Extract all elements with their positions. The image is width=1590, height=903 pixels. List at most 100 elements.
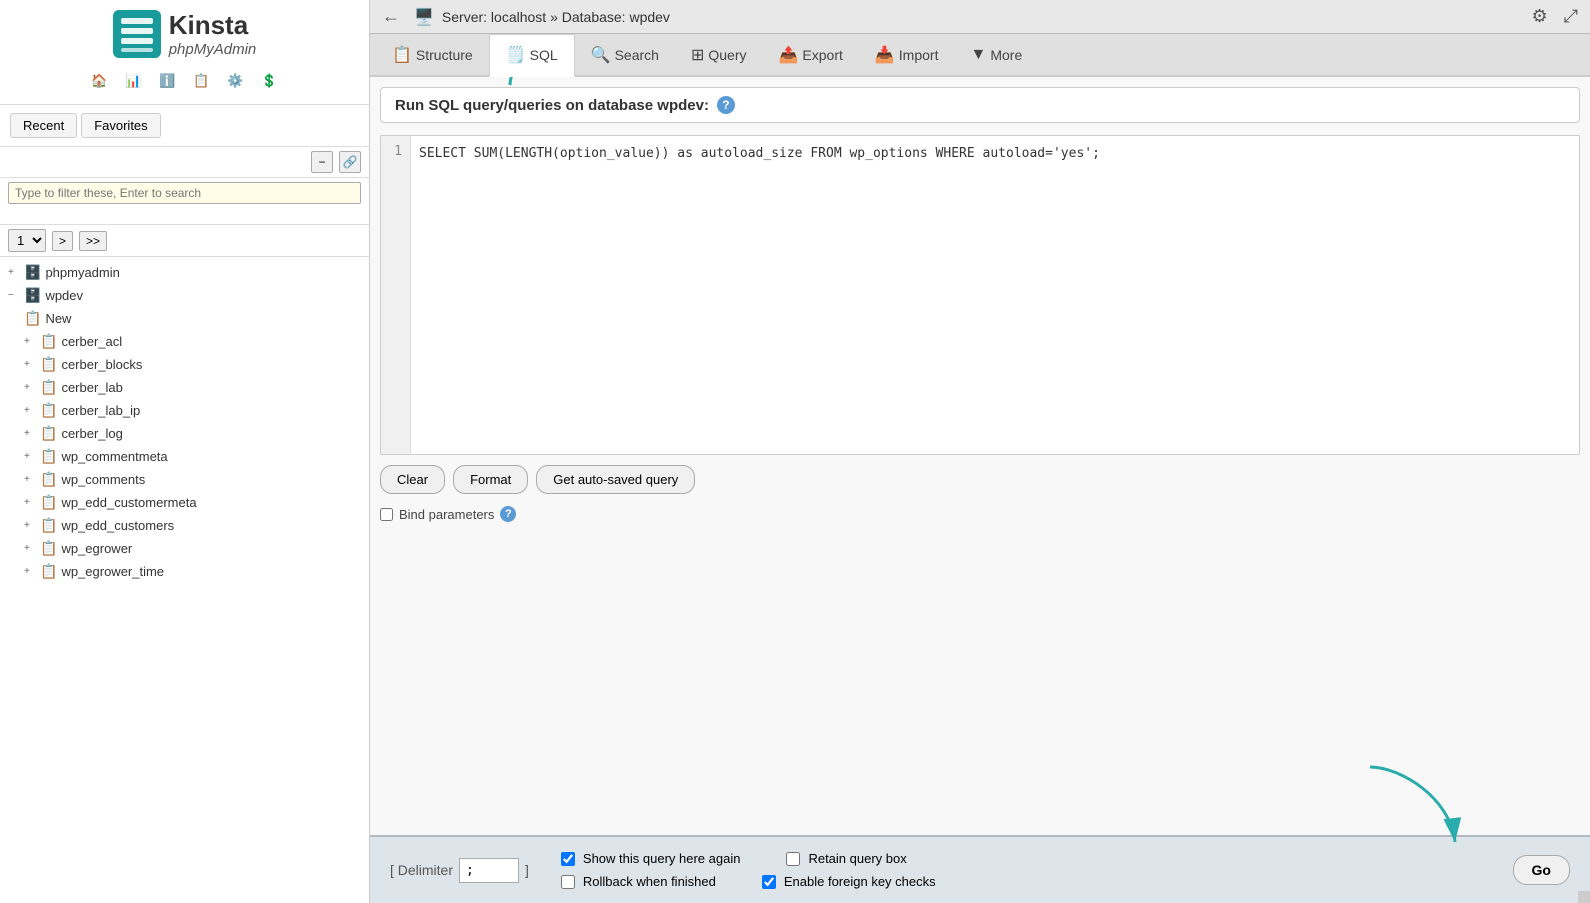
sql-callout: Run SQL query/queries on database wpdev:… (380, 87, 1580, 123)
tab-sql[interactable]: 🗒️ SQL (489, 34, 575, 77)
callout-wrapper: Run SQL query/queries on database wpdev:… (380, 87, 1580, 123)
home-icon[interactable]: 🏠 (87, 68, 113, 94)
page-end-button[interactable]: >> (79, 231, 107, 251)
sidebar-header: Kinsta phpMyAdmin 🏠 📊 ℹ️ 📋 ⚙️ 💲 (0, 0, 369, 105)
sql-editor: 1 SELECT SUM(LENGTH(option_value)) as au… (380, 135, 1580, 455)
table-item-wp_edd_customers[interactable]: + 📋 wp_edd_customers (0, 514, 369, 537)
db-item-wpdev[interactable]: − 🗄️ wpdev (0, 284, 369, 307)
expand-icon: + (24, 428, 36, 439)
settings-icon[interactable]: ⚙️ (223, 68, 249, 94)
tabs-bar: 📋 Structure 🗒️ SQL 🔍 Search ⊞ Query 📤 Ex… (370, 34, 1590, 77)
show-query-label: Show this query here again (583, 851, 741, 866)
table-label: cerber_blocks (61, 357, 142, 372)
logo-area: Kinsta phpMyAdmin (113, 10, 257, 58)
table-item-wp_commentmeta[interactable]: + 📋 wp_commentmeta (0, 445, 369, 468)
table-label: wp_egrower_time (61, 564, 164, 579)
favorites-button[interactable]: Favorites (81, 113, 160, 138)
foreign-key-checkbox[interactable] (762, 875, 776, 889)
table-item-wp_egrower[interactable]: + 📋 wp_egrower (0, 537, 369, 560)
table-item-wp_edd_customermeta[interactable]: + 📋 wp_edd_customermeta (0, 491, 369, 514)
tab-export[interactable]: 📤 Export (762, 35, 858, 77)
kinsta-logo-icon (113, 10, 161, 58)
table-item-cerber_lab_ip[interactable]: + 📋 cerber_lab_ip (0, 399, 369, 422)
bind-params-checkbox[interactable] (380, 508, 393, 521)
rollback-label: Rollback when finished (583, 874, 716, 889)
table-item-cerber_blocks[interactable]: + 📋 cerber_blocks (0, 353, 369, 376)
money-icon[interactable]: 💲 (257, 68, 283, 94)
recent-button[interactable]: Recent (10, 113, 77, 138)
tab-query[interactable]: ⊞ Query (675, 35, 763, 77)
expand-icon: + (24, 543, 36, 554)
link-button[interactable]: 🔗 (339, 151, 361, 173)
table-icon: 📋 (40, 494, 57, 511)
rollback-checkbox[interactable] (561, 875, 575, 889)
tab-more[interactable]: ▼ More (954, 36, 1038, 76)
table-icon: 📋 (40, 448, 57, 465)
new-icon: 📋 (24, 310, 41, 327)
delimiter-open-bracket: [ Delimiter (390, 862, 453, 878)
tab-structure-label: Structure (416, 47, 473, 63)
main-settings-icon[interactable]: ⚙ (1531, 6, 1547, 27)
table-icon: 📋 (40, 471, 57, 488)
delimiter-close-bracket: ] (525, 862, 529, 878)
new-table-item[interactable]: 📋 New (0, 307, 369, 330)
db-icon: 🗄️ (24, 264, 41, 281)
filter-input[interactable] (8, 182, 361, 204)
show-query-checkbox[interactable] (561, 852, 575, 866)
maximize-icon[interactable]: ⤢ (1564, 6, 1578, 27)
query-tab-icon: ⊞ (691, 45, 704, 65)
table-item-cerber_acl[interactable]: + 📋 cerber_acl (0, 330, 369, 353)
go-button[interactable]: Go (1513, 855, 1570, 885)
collapse-button[interactable]: − (311, 151, 333, 173)
copy-icon[interactable]: 📋 (189, 68, 215, 94)
info-icon[interactable]: ℹ️ (155, 68, 181, 94)
page-select[interactable]: 1 (8, 229, 46, 252)
auto-saved-button[interactable]: Get auto-saved query (536, 465, 695, 494)
table-item-cerber_lab[interactable]: + 📋 cerber_lab (0, 376, 369, 399)
tab-search-label: Search (615, 47, 659, 63)
page-nav: 1 > >> (0, 225, 369, 257)
sql-textarea[interactable]: SELECT SUM(LENGTH(option_value)) as auto… (411, 136, 1579, 454)
table-icon: 📋 (40, 540, 57, 557)
table-label: cerber_lab_ip (61, 403, 140, 418)
expand-icon: + (24, 520, 36, 531)
table-label: cerber_acl (61, 334, 122, 349)
table-icon: 📋 (40, 402, 57, 419)
sidebar: Kinsta phpMyAdmin 🏠 📊 ℹ️ 📋 ⚙️ 💲 Recent F… (0, 0, 370, 903)
table-icon: 📋 (40, 517, 57, 534)
tab-structure[interactable]: 📋 Structure (376, 35, 489, 77)
table-icon: 📋 (40, 379, 57, 396)
table-item-cerber_log[interactable]: + 📋 cerber_log (0, 422, 369, 445)
expand-icon: + (24, 382, 36, 393)
database-icon[interactable]: 📊 (121, 68, 147, 94)
retain-query-checkbox[interactable] (786, 852, 800, 866)
search-tab-icon: 🔍 (591, 45, 611, 65)
clear-button[interactable]: Clear (380, 465, 445, 494)
expand-icon: + (24, 497, 36, 508)
callout-help-icon[interactable]: ? (717, 96, 735, 114)
tab-search[interactable]: 🔍 Search (575, 35, 675, 77)
table-icon: 📋 (40, 333, 57, 350)
back-button[interactable]: ← (382, 6, 400, 27)
expand-icon: + (24, 405, 36, 416)
db-item-phpmyadmin[interactable]: + 🗄️ phpmyadmin (0, 261, 369, 284)
new-label: New (45, 311, 71, 326)
sidebar-nav: Recent Favorites (0, 105, 369, 147)
bind-params-help-icon[interactable]: ? (500, 506, 516, 522)
page-forward-button[interactable]: > (52, 231, 73, 251)
show-query-row: Show this query here again Retain query … (561, 851, 936, 866)
delimiter-input[interactable] (459, 858, 519, 883)
table-item-wp_egrower_time[interactable]: + 📋 wp_egrower_time (0, 560, 369, 583)
logo-text: Kinsta phpMyAdmin (169, 10, 257, 58)
table-label: wp_edd_customers (61, 518, 174, 533)
tab-import[interactable]: 📥 Import (859, 35, 955, 77)
expand-icon: + (24, 336, 36, 347)
table-label: cerber_log (61, 426, 122, 441)
clear-filter-icon[interactable]: ✕ (0, 204, 1, 219)
table-label: wp_egrower (61, 541, 132, 556)
main-content: ← 🖥️ Server: localhost » Database: wpdev… (370, 0, 1590, 903)
table-label: wp_edd_customermeta (61, 495, 196, 510)
table-item-wp_comments[interactable]: + 📋 wp_comments (0, 468, 369, 491)
format-button[interactable]: Format (453, 465, 528, 494)
resize-corner[interactable] (1578, 891, 1590, 903)
